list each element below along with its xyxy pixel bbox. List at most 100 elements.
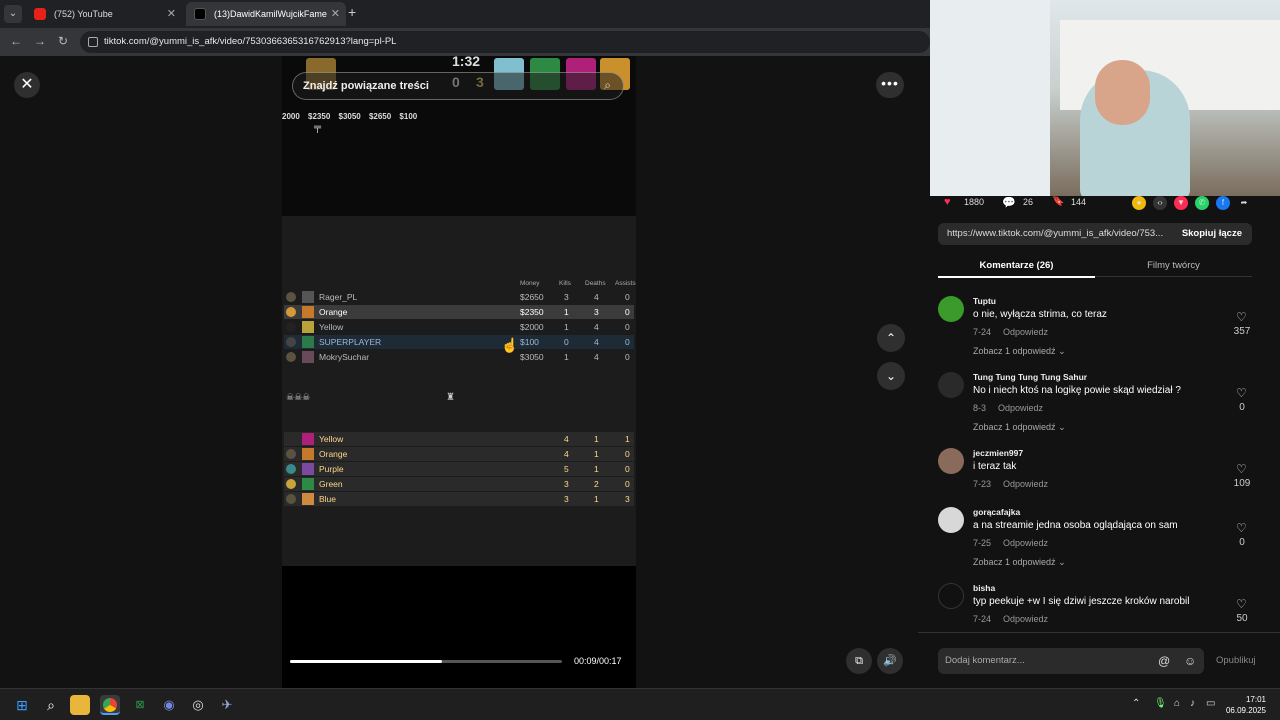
site-info-icon[interactable] bbox=[88, 37, 98, 47]
video-time: 00:09/00:17 bbox=[574, 656, 622, 666]
steam-icon[interactable]: ✈ bbox=[217, 695, 237, 715]
send-icon[interactable]: ▼ bbox=[1174, 196, 1188, 210]
avatar[interactable] bbox=[938, 372, 964, 398]
back-icon[interactable]: ← bbox=[10, 34, 22, 48]
copy-link-button[interactable]: Skopiuj łącze bbox=[1182, 223, 1242, 245]
related-search-pill[interactable]: Znajdź powiązane treści ⌕ bbox=[292, 72, 624, 100]
close-icon[interactable]: ✕ bbox=[14, 72, 40, 98]
comment-user[interactable]: gorącafajka bbox=[973, 507, 1020, 517]
excel-icon[interactable]: ⊠ bbox=[130, 695, 150, 715]
tiktok-icon bbox=[194, 8, 206, 20]
like-icon[interactable]: ♡ bbox=[1236, 386, 1247, 400]
emoji-icon[interactable]: ☺ bbox=[1184, 648, 1196, 674]
tab-youtube[interactable]: (752) YouTube ✕ bbox=[26, 2, 182, 26]
view-replies-button[interactable]: Zobacz 1 odpowiedź ⌄ bbox=[973, 422, 1066, 433]
speaker-icon[interactable]: ♪ bbox=[1190, 698, 1195, 709]
like-icon[interactable]: ♡ bbox=[1236, 462, 1247, 476]
comment-placeholder: Dodaj komentarz... bbox=[945, 655, 1025, 666]
volume-icon[interactable]: 🔊 bbox=[877, 648, 903, 674]
chrome-icon[interactable] bbox=[100, 695, 120, 715]
team-name: Blue bbox=[319, 494, 337, 504]
app-icon[interactable]: ◎ bbox=[188, 695, 208, 715]
like-icon[interactable]: ♡ bbox=[1236, 597, 1247, 611]
search-icon[interactable]: ⌕ bbox=[41, 695, 61, 715]
team-avatar bbox=[302, 493, 314, 505]
streamer-webcam bbox=[930, 0, 1280, 196]
avatar[interactable] bbox=[938, 583, 964, 609]
player-money: $2650 bbox=[520, 292, 544, 302]
heart-icon[interactable]: ♥ bbox=[944, 196, 951, 208]
youtube-icon bbox=[34, 8, 46, 20]
clock[interactable]: 17:01 06.09.2025 bbox=[1226, 694, 1266, 716]
reply-button[interactable]: Odpowiedz bbox=[1003, 479, 1048, 489]
comment-text: i teraz tak bbox=[973, 461, 1017, 472]
team-kills: 3 bbox=[564, 479, 569, 489]
team-deaths: 1 bbox=[594, 434, 599, 444]
more-options-icon[interactable]: ••• bbox=[876, 72, 904, 98]
previous-video-icon[interactable]: ⌃ bbox=[877, 324, 905, 352]
close-tab-icon[interactable]: ✕ bbox=[331, 2, 340, 26]
network-icon[interactable]: ⌂ bbox=[1174, 698, 1180, 709]
close-tab-icon[interactable]: ✕ bbox=[167, 2, 176, 26]
player-avatar bbox=[302, 321, 314, 333]
rank-icon bbox=[286, 352, 296, 362]
player-deaths: 4 bbox=[594, 352, 599, 362]
floating-player-icon[interactable]: ⧉ bbox=[846, 648, 872, 674]
avatar[interactable] bbox=[938, 448, 964, 474]
video-player[interactable]: 1:32 0 3 2000 $2350 $3050 $2650 $100 ╤ Z… bbox=[282, 56, 636, 688]
video-progress-bar[interactable] bbox=[290, 660, 562, 663]
comment-user[interactable]: Tuptu bbox=[973, 296, 996, 306]
mention-icon[interactable]: @ bbox=[1158, 648, 1170, 674]
view-replies-button[interactable]: Zobacz 1 odpowiedź ⌄ bbox=[973, 557, 1066, 568]
comment-user[interactable]: Tung Tung Tung Tung Sahur bbox=[973, 372, 1087, 382]
reply-button[interactable]: Odpowiedz bbox=[998, 403, 1043, 413]
discord-icon[interactable]: ◉ bbox=[159, 695, 179, 715]
avatar[interactable] bbox=[938, 507, 964, 533]
microphone-icon[interactable]: 🎙 bbox=[1154, 698, 1167, 709]
embed-icon[interactable]: ‹› bbox=[1153, 196, 1167, 210]
facebook-icon[interactable]: f bbox=[1216, 196, 1230, 210]
view-replies-label: Zobacz 1 odpowiedź bbox=[973, 346, 1056, 356]
new-tab-button[interactable]: + bbox=[348, 4, 356, 20]
comment-meta: 7-24 Odpowiedz bbox=[973, 614, 1060, 624]
bookmark-icon[interactable]: 🔖 bbox=[1052, 196, 1064, 207]
comment-user[interactable]: jeczmien997 bbox=[973, 448, 1023, 458]
reply-button[interactable]: Odpowiedz bbox=[1003, 538, 1048, 548]
chevron-up-icon[interactable]: ⌃ bbox=[1132, 698, 1140, 709]
like-icon[interactable]: ♡ bbox=[1236, 521, 1247, 535]
comment-date: 7-25 bbox=[973, 538, 992, 548]
comment-icon[interactable]: 💬 bbox=[1002, 196, 1016, 209]
share-icon[interactable]: ➦ bbox=[1237, 196, 1251, 210]
search-icon: ⌕ bbox=[604, 78, 611, 92]
pistol-icon: ╤ bbox=[314, 122, 322, 133]
comment-user[interactable]: bisha bbox=[973, 583, 995, 593]
reply-button[interactable]: Odpowiedz bbox=[1003, 614, 1048, 624]
avatar[interactable] bbox=[938, 296, 964, 322]
tab-search-button[interactable]: ⌄ bbox=[4, 5, 22, 23]
reload-icon[interactable]: ↻ bbox=[58, 34, 68, 48]
reply-button[interactable]: Odpowiedz bbox=[1003, 327, 1048, 337]
comment-meta: 7-25 Odpowiedz bbox=[973, 538, 1060, 548]
file-explorer-icon[interactable] bbox=[70, 695, 90, 715]
video-link-box[interactable]: https://www.tiktok.com/@yummi_is_afk/vid… bbox=[938, 223, 1252, 245]
view-replies-button[interactable]: Zobacz 1 odpowiedź ⌄ bbox=[973, 346, 1066, 357]
coin-icon[interactable]: ● bbox=[1132, 196, 1146, 210]
window-light bbox=[930, 0, 1050, 196]
player-assists: 0 bbox=[625, 307, 630, 317]
tab-creator-videos[interactable]: Filmy twórcy bbox=[1095, 256, 1252, 277]
tab-tiktok[interactable]: (13)DawidKamilWujcikFame ✕ bbox=[186, 2, 346, 26]
next-video-icon[interactable]: ⌄ bbox=[877, 362, 905, 390]
clock-date: 06.09.2025 bbox=[1225, 706, 1266, 715]
player-money: $2000 bbox=[520, 322, 544, 332]
windows-start-icon[interactable]: ⊞ bbox=[12, 695, 32, 715]
hud-prices: 2000 $2350 $3050 $2650 $100 bbox=[282, 112, 418, 121]
battery-icon[interactable]: ▭ bbox=[1206, 698, 1215, 709]
comment-input[interactable]: Dodaj komentarz... @ ☺ bbox=[938, 648, 1204, 674]
url-input[interactable]: tiktok.com/@yummi_is_afk/video/753036636… bbox=[80, 31, 930, 53]
publish-button[interactable]: Opublikuj bbox=[1216, 655, 1256, 666]
saves-count: 144 bbox=[1071, 197, 1087, 207]
whatsapp-icon[interactable]: ✆ bbox=[1195, 196, 1209, 210]
forward-icon[interactable]: → bbox=[34, 34, 46, 48]
like-icon[interactable]: ♡ bbox=[1236, 310, 1247, 324]
tab-comments[interactable]: Komentarze (26) bbox=[938, 256, 1095, 278]
